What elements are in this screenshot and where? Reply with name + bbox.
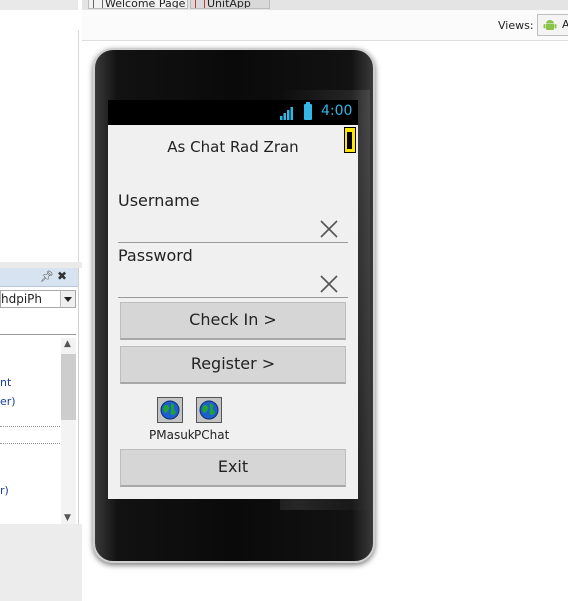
editor-tabbar: Welcome Page UnitApp xyxy=(82,0,568,10)
scroll-up-icon[interactable]: ▲ xyxy=(64,339,71,349)
vertical-scrollbar[interactable]: ▲ ▼ xyxy=(61,338,76,524)
left-panel-top xyxy=(0,0,78,10)
pmasuk-label: PMasuk xyxy=(149,428,195,442)
tab-label: UnitApp xyxy=(207,0,251,9)
divider xyxy=(0,426,60,427)
pchat-label: PChat xyxy=(194,428,230,442)
username-label: Username xyxy=(118,191,200,210)
chevron-down-icon[interactable] xyxy=(60,291,75,307)
check-in-button[interactable]: Check In > xyxy=(120,302,346,340)
left-tree-panel xyxy=(0,30,79,262)
close-icon[interactable]: ✖ xyxy=(57,269,67,283)
views-button-text: A xyxy=(562,18,568,31)
tab-label: Welcome Page xyxy=(105,0,186,9)
pmasuk-button[interactable] xyxy=(157,397,183,423)
globe-icon xyxy=(160,400,180,420)
properties-panel-header: 📌︎ ✖ xyxy=(0,268,78,287)
clear-password-icon[interactable] xyxy=(318,273,340,295)
app-screen: As Chat Rad Zran Username Password Check… xyxy=(108,125,358,499)
pchat-button[interactable] xyxy=(196,397,222,423)
list-item[interactable]: nt xyxy=(0,376,11,389)
views-label: Views: xyxy=(498,19,534,32)
battery-icon xyxy=(304,102,312,120)
status-bar: 4:00 xyxy=(108,100,358,125)
scrollbar-thumb[interactable] xyxy=(61,354,76,420)
scroll-down-icon[interactable]: ▼ xyxy=(64,513,71,523)
form-icon xyxy=(195,0,205,8)
divider xyxy=(0,443,60,444)
device-select[interactable]: hdpiPh xyxy=(0,290,76,308)
properties-panel: 📌︎ ✖ hdpiPh nt er) r) ▲ ▼ xyxy=(0,268,79,524)
designer-toolbar: Views: A xyxy=(82,10,568,41)
pin-icon[interactable]: 📌︎ xyxy=(40,270,54,283)
register-button[interactable]: Register > xyxy=(120,346,346,384)
left-panel-bottom xyxy=(0,524,82,601)
app-title: As Chat Rad Zran xyxy=(167,138,299,156)
android-icon xyxy=(543,20,557,30)
page-icon xyxy=(93,0,103,8)
exit-button[interactable]: Exit xyxy=(120,449,346,487)
divider xyxy=(0,334,76,335)
tab-unitapp[interactable]: UnitApp xyxy=(190,0,270,9)
globe-icon xyxy=(199,400,219,420)
tab-welcome-page[interactable]: Welcome Page xyxy=(88,0,188,9)
device-select-value: hdpiPh xyxy=(1,292,43,306)
signal-icon xyxy=(280,107,293,120)
username-field[interactable] xyxy=(118,217,348,243)
status-clock: 4:00 xyxy=(321,103,353,119)
views-android-button[interactable]: A xyxy=(537,14,568,36)
password-field[interactable] xyxy=(118,272,348,298)
clear-username-icon[interactable] xyxy=(318,218,340,240)
password-label: Password xyxy=(118,246,193,265)
list-item[interactable]: r) xyxy=(0,484,9,497)
list-item[interactable]: er) xyxy=(0,395,16,408)
